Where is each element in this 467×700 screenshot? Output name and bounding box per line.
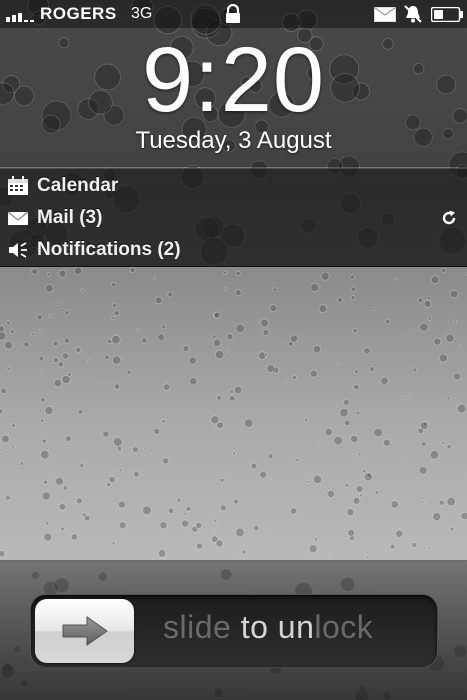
notification-label: Calendar (37, 175, 119, 196)
signal-bars-icon (6, 13, 34, 22)
status-bar: ROGERS 3G (0, 0, 467, 28)
unlock-slider-knob[interactable] (35, 599, 134, 663)
slide-text-part: lock (314, 609, 374, 645)
unlock-bar: slide to unlock (0, 560, 467, 700)
speaker-icon (9, 242, 27, 258)
mail-icon (374, 7, 396, 22)
notification-label: Notifications (2) (37, 239, 181, 260)
slide-to-unlock-text: slide to unlock (163, 609, 373, 646)
notification-calendar[interactable]: Calendar (0, 170, 467, 202)
slide-text-part: slide (163, 609, 241, 645)
carrier-name: ROGERS (40, 4, 117, 23)
lock-icon (226, 4, 240, 23)
clock-time: 9:20 (141, 29, 326, 131)
lock-screen: ROGERS 3G 9:20 Tuesday, 3 August Calenda… (0, 0, 467, 700)
notification-mail[interactable]: Mail (3) (0, 202, 467, 234)
slide-text-part: to un (240, 609, 315, 645)
battery-icon (431, 7, 463, 22)
envelope-icon (7, 211, 29, 225)
notification-panel: Calendar Mail (3) Notifications (2) (0, 168, 467, 267)
clock-date: Tuesday, 3 August (135, 127, 332, 154)
mute-icon (404, 5, 422, 23)
notification-label: Mail (3) (37, 207, 103, 228)
network-type: 3G (131, 5, 153, 22)
calendar-icon (8, 176, 28, 195)
notification-notifications[interactable]: Notifications (2) (0, 234, 467, 266)
arrow-right-icon (62, 616, 108, 646)
refresh-icon[interactable] (440, 209, 458, 227)
